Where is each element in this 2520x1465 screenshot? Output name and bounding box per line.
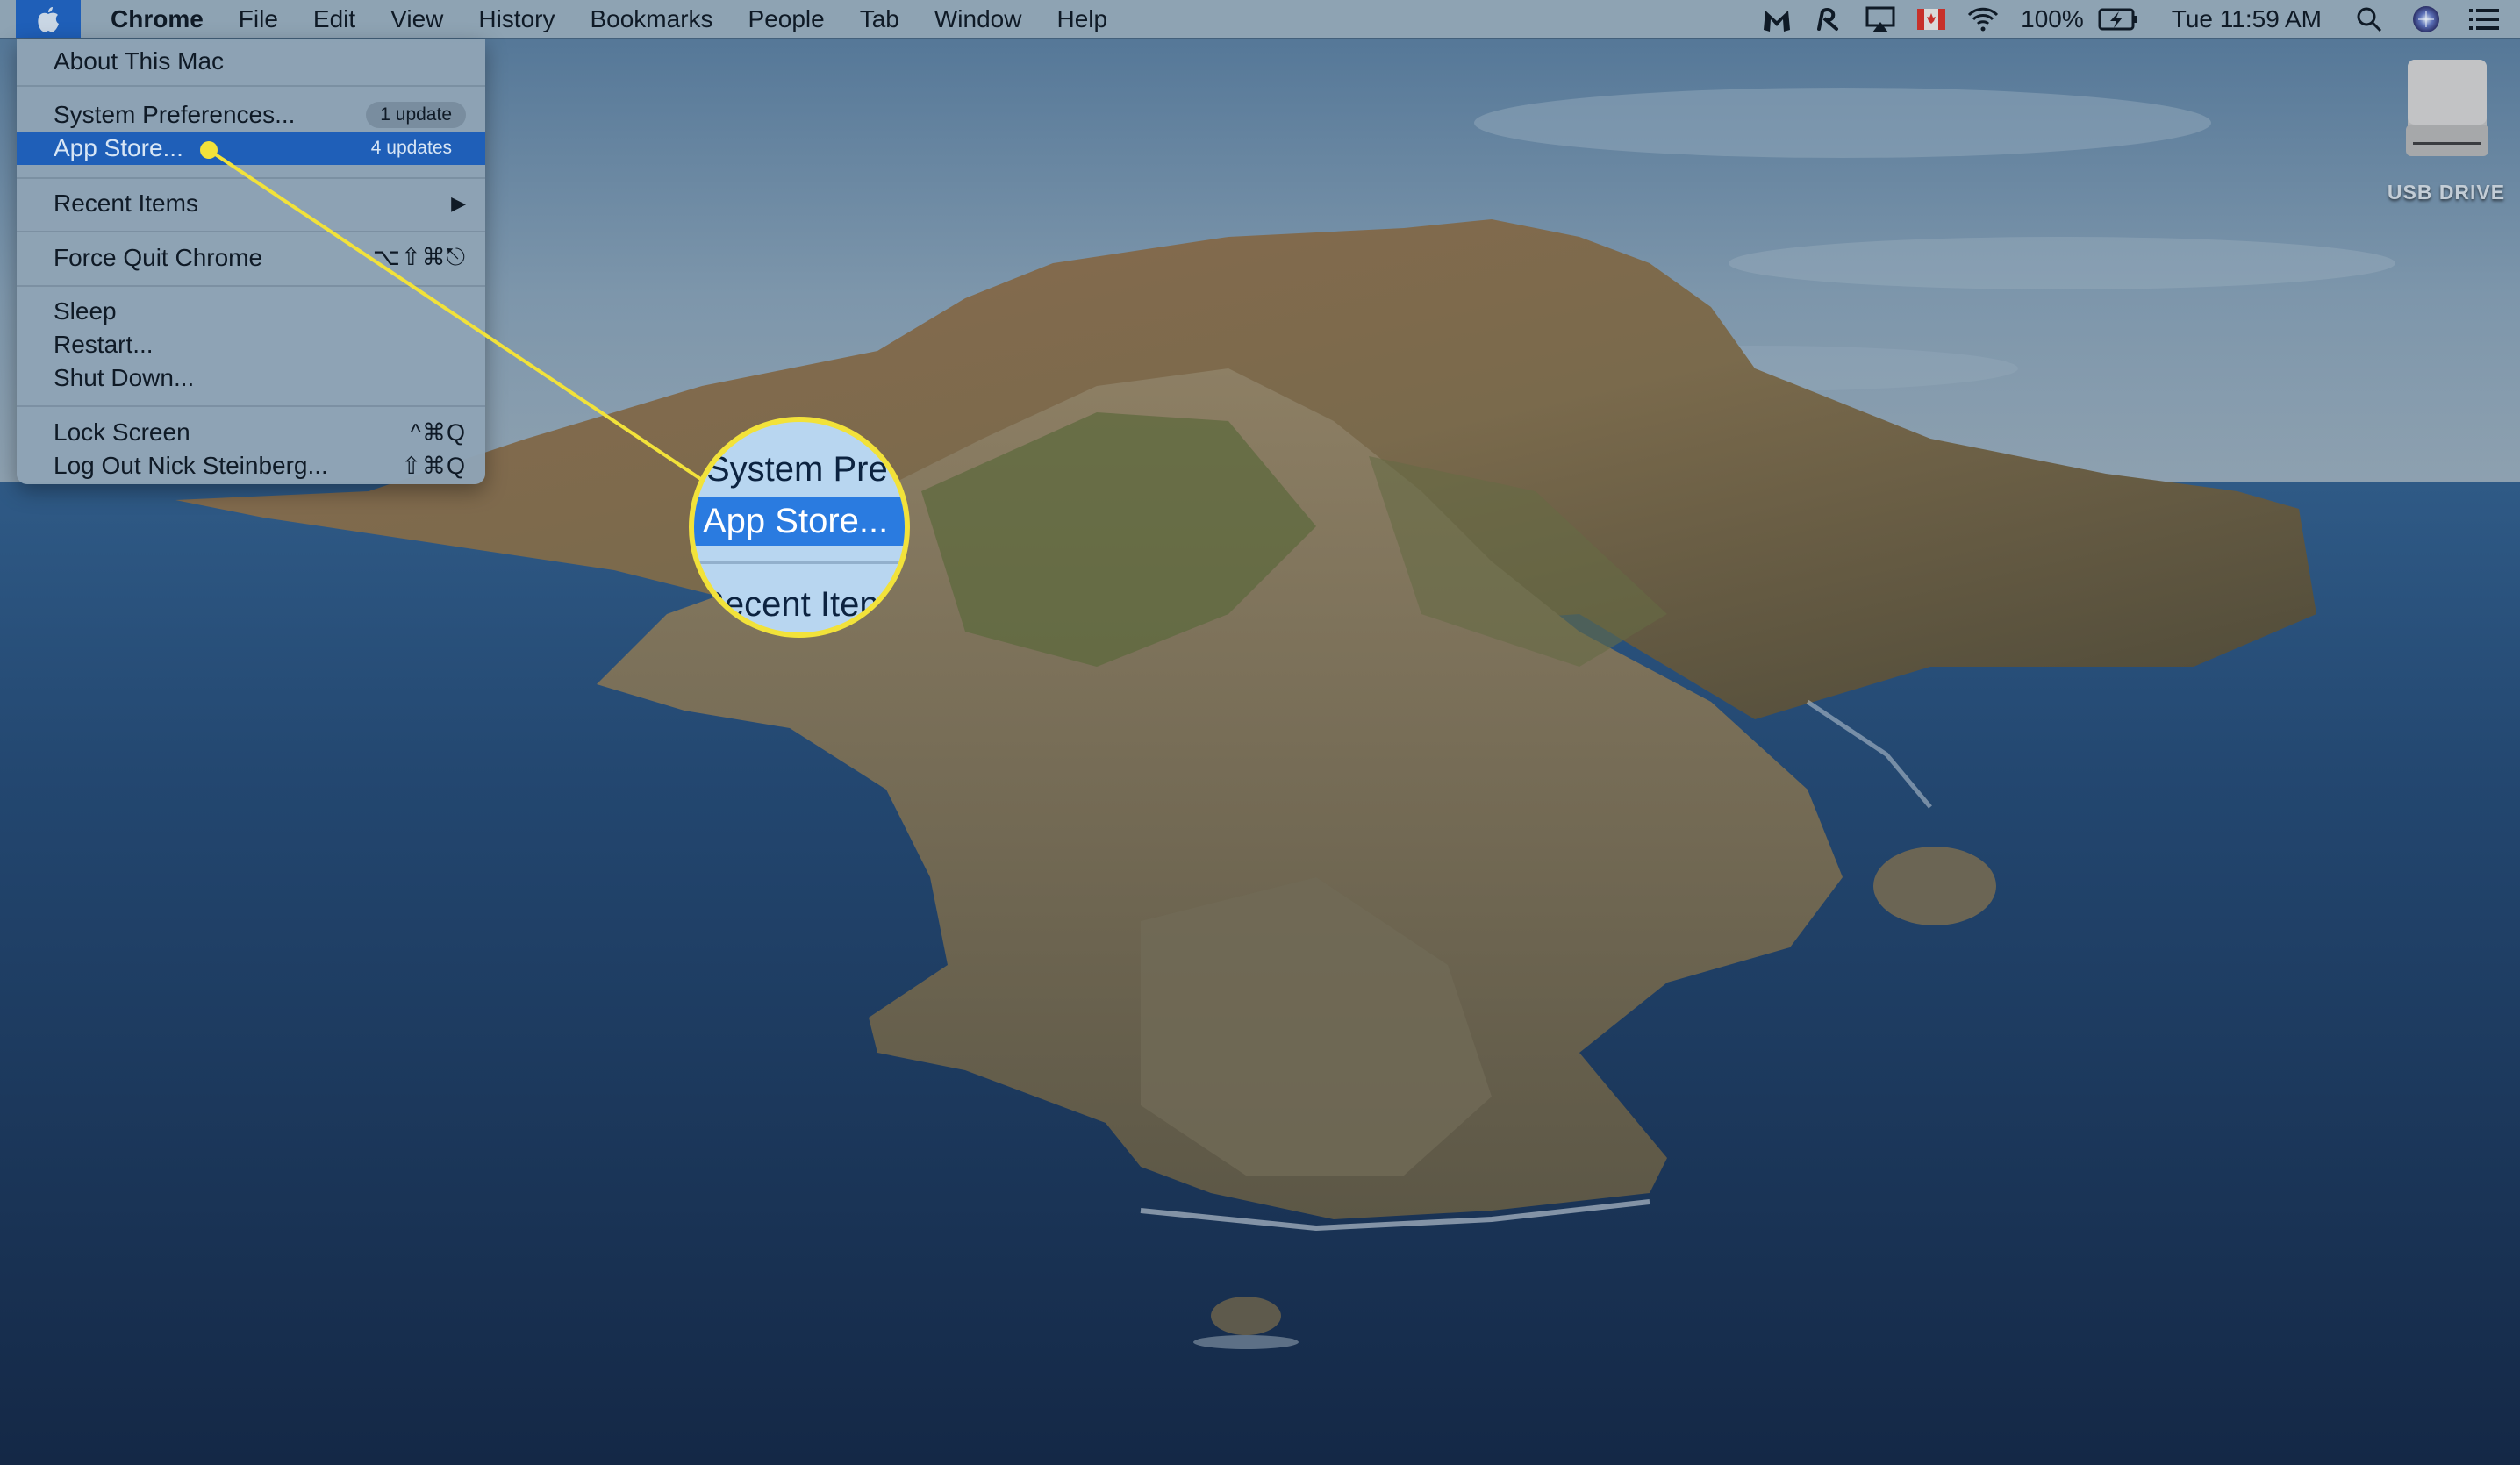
apple-menu-button[interactable] [16, 0, 81, 38]
menu-item-about-this-mac[interactable]: About This Mac [17, 45, 485, 78]
menu-app-chrome[interactable]: Chrome [81, 0, 221, 38]
menu-item-force-quit[interactable]: Force Quit Chrome ⌥⇧⌘⎋ [17, 241, 485, 275]
airplay-icon[interactable] [1865, 0, 1896, 38]
wifi-icon[interactable] [1966, 0, 2000, 38]
update-badge: 1 update [366, 102, 466, 128]
menu-tab[interactable]: Tab [842, 0, 917, 38]
keyboard-shortcut: ⌥⇧⌘⎋ [372, 244, 466, 270]
magnified-recent-items: Recent Iten [699, 585, 879, 624]
apple-logo-icon [38, 6, 59, 32]
submenu-arrow-icon: ▶ [451, 192, 466, 214]
update-badge: 4 updates [370, 138, 452, 158]
magnified-system-preferences: System Pre [706, 450, 888, 489]
magnified-separator [694, 561, 905, 564]
menu-history[interactable]: History [461, 0, 572, 38]
menu-view[interactable]: View [373, 0, 461, 38]
desktop-icon-label: USB DRIVE [2387, 181, 2506, 204]
external-drive-icon [2406, 60, 2488, 156]
keyboard-shortcut: ^⌘Q [410, 418, 466, 446]
menu-item-log-out[interactable]: Log Out Nick Steinberg... ⇧⌘Q [17, 449, 485, 482]
status-area: 100% Tue 11:59 AM [1750, 0, 2520, 38]
menu-window[interactable]: Window [917, 0, 1040, 38]
magnifier-callout: System Pre App Store... Recent Iten [689, 417, 910, 638]
menu-separator [17, 231, 485, 232]
apple-menu-dropdown: About This Mac System Preferences... 1 u… [17, 39, 485, 484]
desktop-icon-usb-drive[interactable]: USB DRIVE [2385, 58, 2508, 204]
malwarebytes-icon[interactable] [1761, 0, 1793, 38]
siri-icon[interactable] [2411, 0, 2441, 38]
notification-center-icon[interactable] [2469, 0, 2499, 38]
menu-item-system-preferences[interactable]: System Preferences... 1 update [17, 98, 485, 132]
keyboard-shortcut: ⇧⌘Q [401, 452, 466, 479]
battery-percent[interactable]: 100% [2021, 0, 2084, 38]
menu-bookmarks[interactable]: Bookmarks [572, 0, 730, 38]
menu-item-sleep[interactable]: Sleep [17, 295, 485, 328]
menu-item-recent-items[interactable]: Recent Items ▶ [17, 187, 485, 220]
menu-bar: Chrome File Edit View History Bookmarks … [0, 0, 2520, 38]
spotlight-search-icon[interactable] [2355, 0, 2383, 38]
menu-item-shut-down[interactable]: Shut Down... [17, 361, 485, 395]
menu-item-lock-screen[interactable]: Lock Screen ^⌘Q [17, 416, 485, 449]
menu-people[interactable]: People [731, 0, 842, 38]
menu-help[interactable]: Help [1039, 0, 1125, 38]
battery-charging-icon[interactable] [2098, 0, 2138, 38]
menu-item-restart[interactable]: Restart... [17, 328, 485, 361]
menu-separator [17, 405, 485, 407]
canada-flag-icon[interactable] [1917, 0, 1946, 38]
menu-edit[interactable]: Edit [296, 0, 373, 38]
menu-separator [17, 285, 485, 287]
creative-cloud-icon[interactable] [1814, 0, 1843, 38]
menu-item-app-store[interactable]: App Store... 4 updates [17, 132, 485, 165]
menu-separator [17, 85, 485, 87]
menu-file[interactable]: File [221, 0, 296, 38]
clock[interactable]: Tue 11:59 AM [2172, 0, 2322, 38]
magnified-app-store: App Store... [694, 497, 905, 546]
menu-separator [17, 177, 485, 179]
